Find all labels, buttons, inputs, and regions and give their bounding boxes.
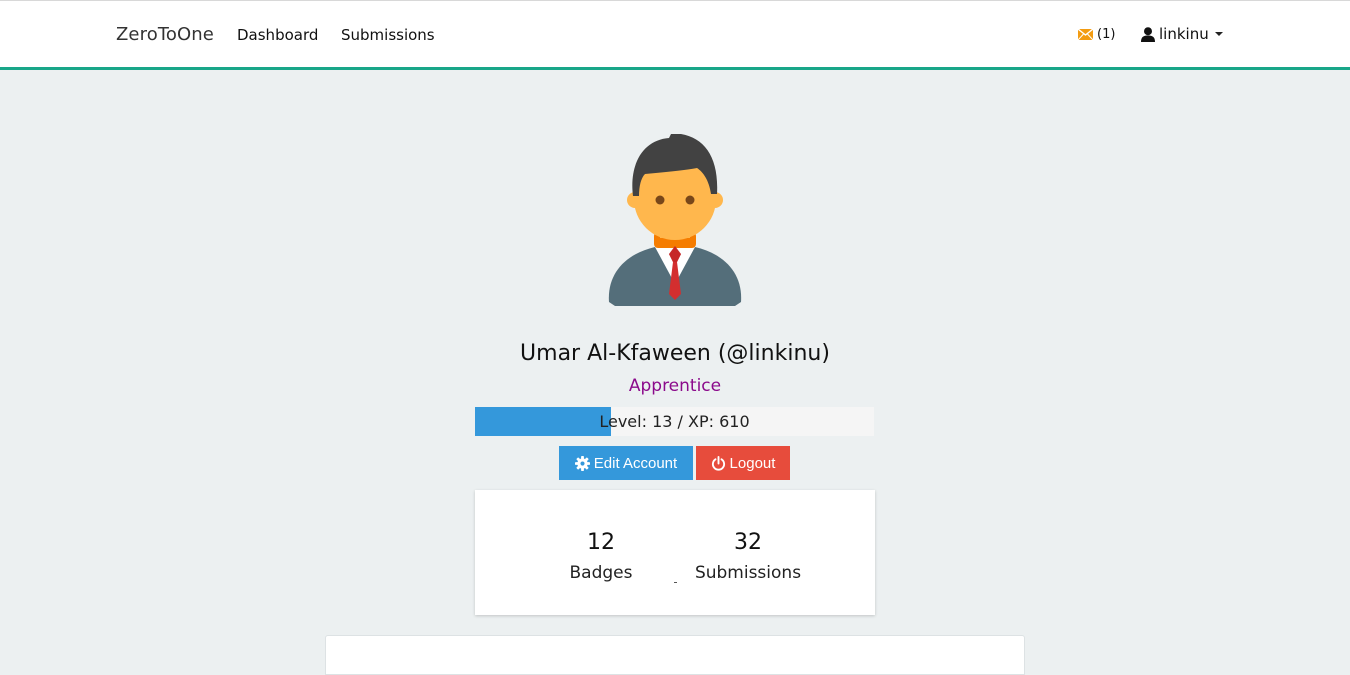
profile-display-name: Umar Al-Kfaween (@linkinu) xyxy=(520,341,830,366)
xp-progress-bar: Level: 13 / XP: 610 xyxy=(475,407,874,436)
user-dropdown[interactable]: linkinu xyxy=(1141,25,1223,43)
messages-link[interactable]: (1) xyxy=(1078,27,1115,42)
stats-card: 12 Badges 32 Submissions xyxy=(475,490,875,615)
badges-stat[interactable]: 12 Badges xyxy=(563,530,639,583)
xp-progress-text: Level: 13 / XP: 610 xyxy=(599,412,750,431)
badges-count: 12 xyxy=(587,530,615,555)
submissions-count: 32 xyxy=(734,530,762,555)
brand-link[interactable]: ZeroToOne xyxy=(116,24,214,45)
nav-dashboard-link[interactable]: Dashboard xyxy=(237,26,318,44)
businessman-avatar xyxy=(608,134,742,306)
rank-label: Apprentice xyxy=(628,376,722,396)
submissions-stat[interactable]: 32 Submissions xyxy=(691,530,805,583)
user-icon xyxy=(1141,26,1155,42)
power-icon xyxy=(711,455,725,471)
caret-down-icon xyxy=(1214,32,1223,36)
stats-divider xyxy=(674,582,677,583)
nav-submissions-link[interactable]: Submissions xyxy=(341,26,435,44)
logout-label: Logout xyxy=(729,454,776,472)
edit-account-button[interactable]: Edit Account xyxy=(559,446,693,480)
lower-content-card xyxy=(325,635,1025,675)
envelope-icon xyxy=(1078,29,1093,40)
username-label: linkinu xyxy=(1159,25,1209,43)
edit-account-label: Edit Account xyxy=(593,454,678,472)
messages-count: (1) xyxy=(1097,27,1116,42)
top-navbar: ZeroToOne Dashboard Submissions (1) link… xyxy=(0,0,1350,70)
logout-button[interactable]: Logout xyxy=(696,446,790,480)
badges-label: Badges xyxy=(569,563,633,583)
submissions-label: Submissions xyxy=(694,563,802,583)
gear-icon xyxy=(574,455,590,471)
